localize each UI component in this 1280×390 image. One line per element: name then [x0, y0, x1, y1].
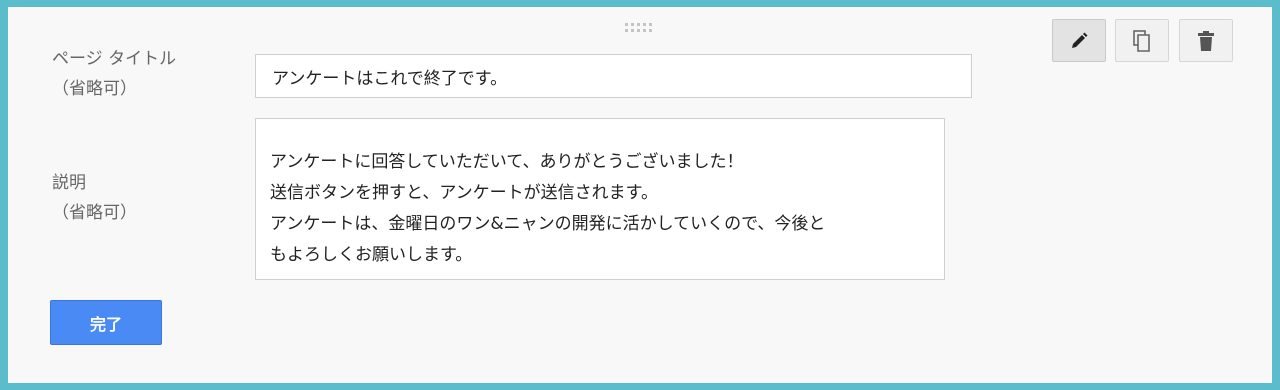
page-title-label: ページ タイトル （省略可）: [52, 49, 177, 99]
page-title-input[interactable]: [255, 54, 972, 98]
copy-button[interactable]: [1115, 19, 1169, 62]
description-line: アンケートは、金曜日のワン&ニャンの開発に活かしていくので、今後と: [270, 214, 826, 234]
pencil-icon: [1072, 32, 1088, 48]
drag-handle-icon[interactable]: [625, 23, 655, 33]
delete-button[interactable]: [1179, 19, 1233, 62]
description-line: アンケートに回答していただいて、ありがとうございました！: [270, 152, 744, 172]
edit-button[interactable]: [1052, 19, 1106, 62]
description-line: 送信ボタンを押すと、アンケートが送信されます。: [270, 183, 658, 203]
description-textarea[interactable]: アンケートに回答していただいて、ありがとうございました！ 送信ボタンを押すと、ア…: [255, 118, 945, 280]
page-break-editor: ページ タイトル （省略可） 説明 （省略可） アンケートに回答していただいて、…: [8, 7, 1272, 383]
copy-icon: [1133, 29, 1150, 52]
done-button[interactable]: 完了: [50, 300, 162, 345]
description-label: 説明 （省略可）: [52, 173, 137, 223]
description-line: もよろしくお願いします。: [270, 245, 473, 265]
trash-icon: [1198, 30, 1214, 51]
